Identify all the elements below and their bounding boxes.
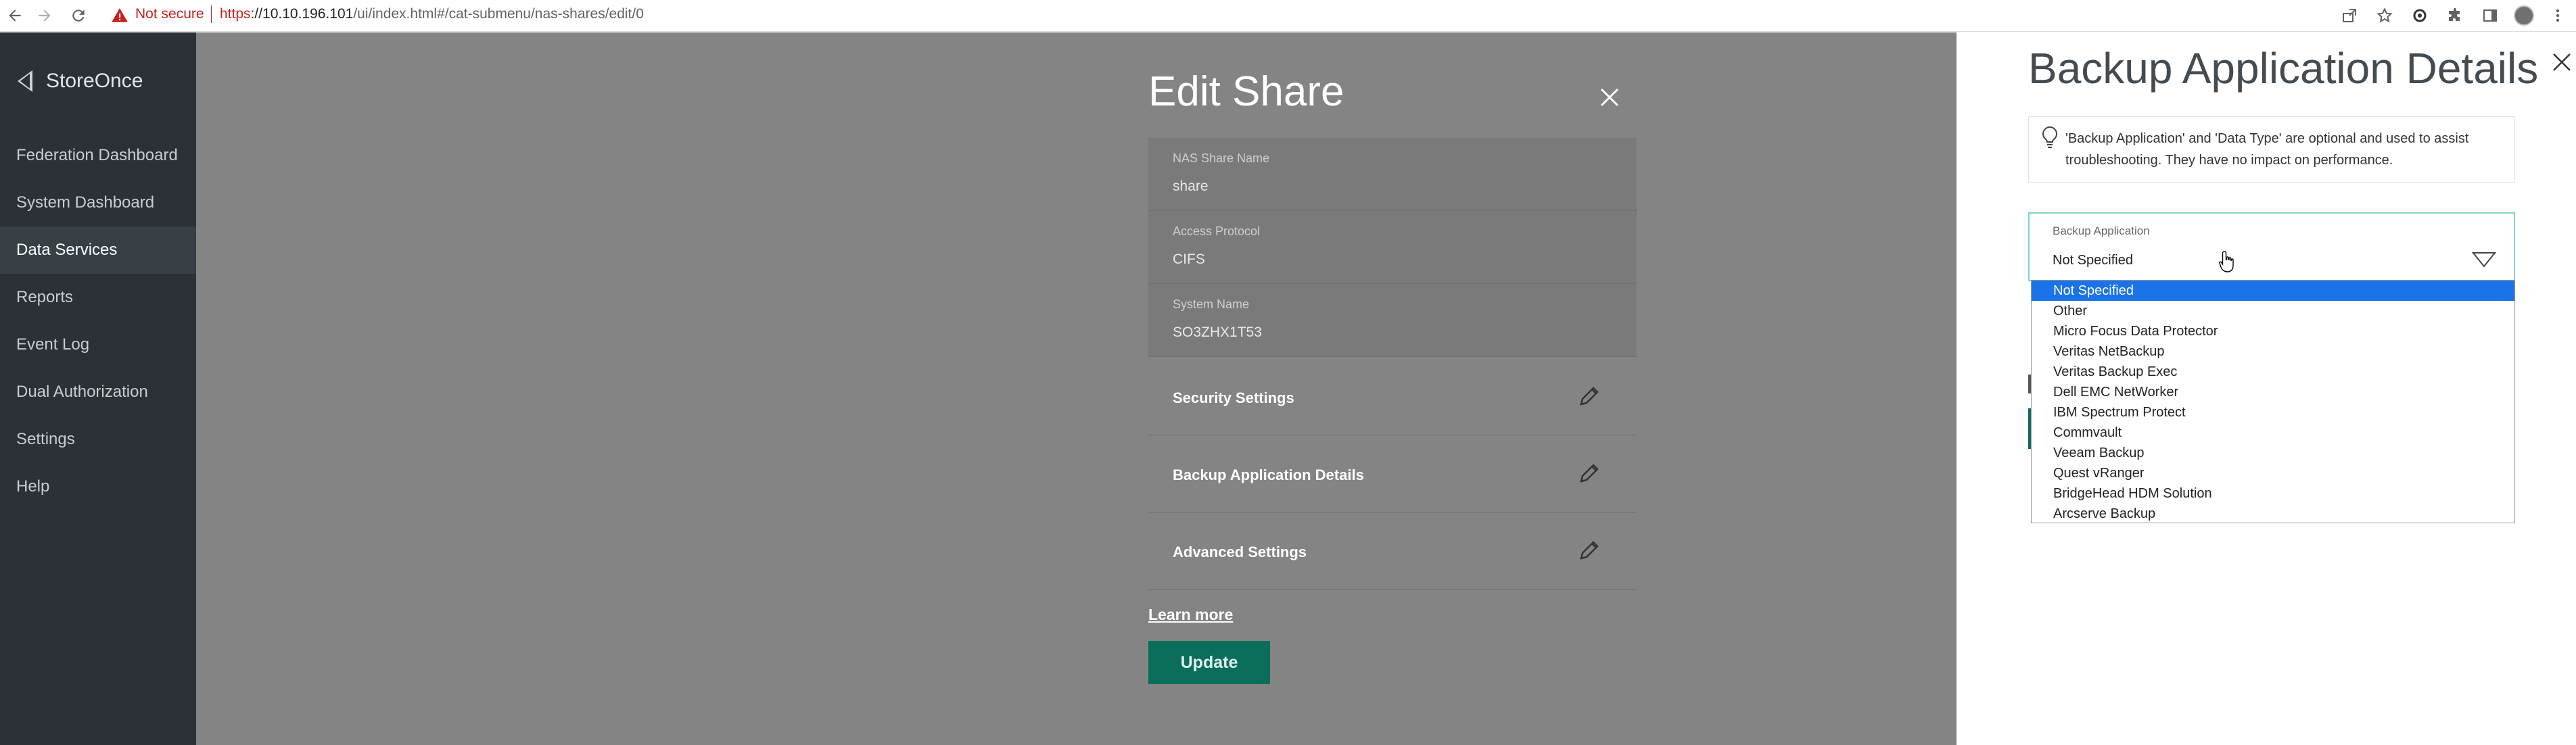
backup-application-details-row[interactable]: Backup Application Details bbox=[1148, 435, 1637, 512]
sidebar-item-data-services[interactable]: Data Services bbox=[0, 226, 196, 274]
sync-extension-icon[interactable] bbox=[2408, 4, 2431, 27]
url-host: ://10.10.196.101 bbox=[250, 6, 354, 22]
sidebar-item-label: Help bbox=[16, 477, 50, 496]
select-value: Not Specified bbox=[2053, 253, 2133, 268]
section-label: Backup Application Details bbox=[1173, 466, 1364, 483]
side-panel-icon[interactable] bbox=[2479, 4, 2502, 27]
sidebar-item-label: Settings bbox=[16, 430, 75, 448]
info-text: 'Backup Application' and 'Data Type' are… bbox=[2065, 131, 2469, 168]
field-label: NAS Share Name bbox=[1173, 151, 1270, 165]
field-label: System Name bbox=[1173, 297, 1250, 311]
option-arcserve-backup[interactable]: Arcserve Backup bbox=[2032, 504, 2514, 523]
section-label: Security Settings bbox=[1173, 389, 1294, 406]
sidebar-item-label: Federation Dashboard bbox=[16, 146, 178, 164]
system-name-field: System Name SO3ZHX1T53 bbox=[1148, 284, 1637, 357]
pencil-edit-icon[interactable] bbox=[1576, 383, 1603, 410]
select-label: Backup Application bbox=[2053, 224, 2150, 237]
sidebar-item-federation-dashboard[interactable]: Federation Dashboard bbox=[0, 132, 196, 179]
option-bridgehead-hdm-solution[interactable]: BridgeHead HDM Solution bbox=[2032, 483, 2514, 504]
share-icon[interactable] bbox=[2338, 4, 2361, 27]
more-menu-icon[interactable] bbox=[2546, 4, 2569, 27]
url-scheme: https bbox=[220, 6, 251, 22]
backup-application-select[interactable]: Backup Application Not Specified bbox=[2028, 212, 2515, 281]
sidebar-item-label: Event Log bbox=[16, 335, 90, 354]
field-value: SO3ZHX1T53 bbox=[1173, 325, 1262, 340]
forward-arrow-icon[interactable] bbox=[31, 2, 58, 29]
field-label: Access Protocol bbox=[1173, 224, 1261, 238]
close-icon[interactable] bbox=[1596, 84, 1623, 111]
sidebar-item-label: Dual Authorization bbox=[16, 383, 148, 401]
section-label: Advanced Settings bbox=[1173, 544, 1307, 560]
bookmark-star-icon[interactable] bbox=[2373, 4, 2396, 27]
url-divider bbox=[211, 5, 212, 23]
option-dell-emc-networker[interactable]: Dell EMC NetWorker bbox=[2032, 382, 2514, 402]
backup-application-options: Not Specified Other Micro Focus Data Pro… bbox=[2031, 280, 2515, 523]
collapse-arrow-icon bbox=[18, 70, 32, 92]
extensions-puzzle-icon[interactable] bbox=[2443, 4, 2466, 27]
update-button[interactable]: Update bbox=[1148, 641, 1270, 684]
option-veeam-backup[interactable]: Veeam Backup bbox=[2032, 443, 2514, 463]
hand-cursor-icon bbox=[2219, 250, 2237, 274]
pencil-edit-icon[interactable] bbox=[1576, 537, 1603, 564]
modal-backdrop[interactable] bbox=[196, 32, 1957, 745]
option-not-specified[interactable]: Not Specified bbox=[2032, 281, 2514, 301]
learn-more-link[interactable]: Learn more bbox=[1148, 606, 1233, 624]
sidebar-item-label: Reports bbox=[16, 288, 74, 306]
option-veritas-netbackup[interactable]: Veritas NetBackup bbox=[2032, 341, 2514, 362]
option-other[interactable]: Other bbox=[2032, 301, 2514, 321]
share-name-field: NAS Share Name share bbox=[1148, 138, 1637, 211]
browser-toolbar: Not secure https://10.10.196.101/ui/inde… bbox=[0, 0, 2576, 32]
sidebar-item-help[interactable]: Help bbox=[0, 463, 196, 510]
sidebar-item-reports[interactable]: Reports bbox=[0, 274, 196, 321]
reload-icon[interactable] bbox=[65, 2, 92, 29]
lightbulb-icon bbox=[2040, 125, 2060, 152]
option-quest-vranger[interactable]: Quest vRanger bbox=[2032, 463, 2514, 483]
advanced-settings-row[interactable]: Advanced Settings bbox=[1148, 512, 1637, 590]
option-micro-focus-data-protector[interactable]: Micro Focus Data Protector bbox=[2032, 321, 2514, 341]
sidebar-item-system-dashboard[interactable]: System Dashboard bbox=[0, 179, 196, 226]
browser-actions bbox=[2338, 4, 2569, 27]
panel-title: Backup Application Details bbox=[2028, 44, 2539, 93]
url-path: /ui/index.html#/cat-submenu/nas-shares/e… bbox=[353, 6, 644, 22]
address-bar[interactable]: https://10.10.196.101/ui/index.html#/cat… bbox=[220, 6, 644, 22]
sidebar-item-label: System Dashboard bbox=[16, 193, 155, 212]
field-value: CIFS bbox=[1173, 251, 1205, 267]
pencil-edit-icon[interactable] bbox=[1576, 460, 1603, 487]
brand[interactable]: StoreOnce bbox=[18, 70, 143, 93]
sidebar-item-event-log[interactable]: Event Log bbox=[0, 321, 196, 368]
warning-triangle-icon[interactable] bbox=[111, 7, 128, 24]
sidebar-item-settings[interactable]: Settings bbox=[0, 416, 196, 463]
security-status-label[interactable]: Not secure bbox=[135, 6, 204, 22]
sidebar-item-dual-authorization[interactable]: Dual Authorization bbox=[0, 368, 196, 416]
back-arrow-icon[interactable] bbox=[1, 2, 28, 29]
option-veritas-backup-exec[interactable]: Veritas Backup Exec bbox=[2032, 362, 2514, 382]
field-value: share bbox=[1173, 178, 1209, 194]
backup-application-panel: Backup Application Details 'Backup Appli… bbox=[1957, 32, 2576, 745]
sidebar-item-label: Data Services bbox=[16, 241, 118, 259]
info-message: 'Backup Application' and 'Data Type' are… bbox=[2028, 116, 2515, 183]
edit-share-title: Edit Share bbox=[1148, 68, 1344, 115]
security-settings-row[interactable]: Security Settings bbox=[1148, 358, 1637, 435]
profile-avatar[interactable] bbox=[2514, 5, 2534, 26]
option-commvault[interactable]: Commvault bbox=[2032, 423, 2514, 443]
chevron-down-icon[interactable] bbox=[2471, 251, 2497, 268]
close-icon[interactable] bbox=[2548, 49, 2575, 76]
access-protocol-field: Access Protocol CIFS bbox=[1148, 211, 1637, 284]
option-ibm-spectrum-protect[interactable]: IBM Spectrum Protect bbox=[2032, 402, 2514, 423]
sidebar: StoreOnce Federation Dashboard System Da… bbox=[0, 32, 196, 745]
brand-name: StoreOnce bbox=[46, 70, 143, 92]
